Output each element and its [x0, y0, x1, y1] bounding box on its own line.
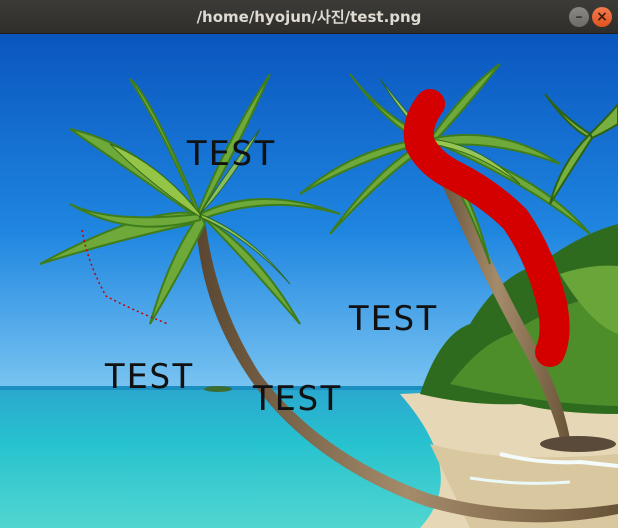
image-canvas[interactable]: TEST TEST TEST TEST: [0, 34, 618, 528]
image-viewer-window: /home/hyojun/사진/test.png – × TEST TEST T…: [0, 0, 618, 528]
title-bar[interactable]: /home/hyojun/사진/test.png – ×: [0, 0, 618, 34]
window-title: /home/hyojun/사진/test.png: [196, 8, 422, 26]
close-button[interactable]: ×: [592, 7, 612, 27]
test-label: TEST: [252, 379, 343, 419]
test-label: TEST: [104, 357, 195, 397]
close-icon: ×: [596, 9, 608, 25]
minimize-button[interactable]: –: [569, 7, 589, 27]
test-label: TEST: [186, 134, 277, 174]
minimize-icon: –: [575, 9, 583, 25]
beach-photo: [0, 34, 618, 528]
test-label: TEST: [348, 299, 439, 339]
